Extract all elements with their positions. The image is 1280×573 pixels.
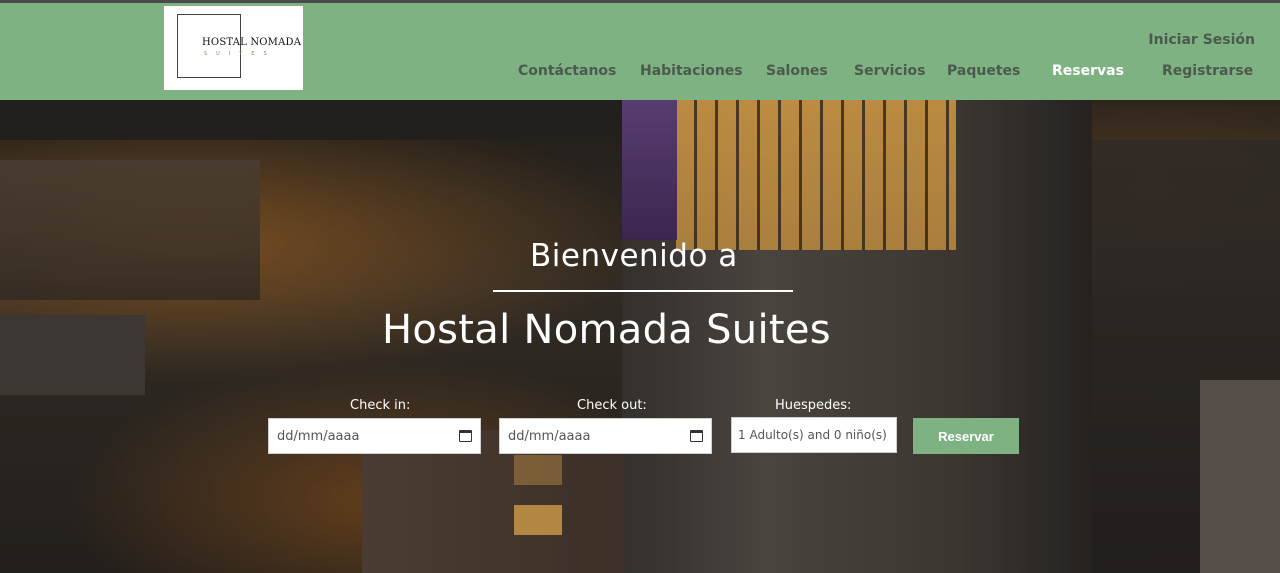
logo-subtitle: SUITES bbox=[204, 51, 276, 57]
nav-item-contactanos[interactable]: Contáctanos bbox=[518, 63, 616, 79]
hero-banner: Bienvenido a Hostal Nomada Suites Check … bbox=[0, 100, 1280, 573]
calendar-icon[interactable] bbox=[459, 430, 472, 442]
guests-label: Huespedes: bbox=[775, 398, 852, 413]
checkout-label: Check out: bbox=[577, 398, 647, 413]
checkin-value: dd/mm/aaaa bbox=[277, 428, 360, 444]
calendar-icon[interactable] bbox=[690, 430, 703, 442]
checkout-input[interactable]: dd/mm/aaaa bbox=[499, 418, 712, 454]
booking-form: Check in: dd/mm/aaaa Check out: dd/mm/aa… bbox=[0, 100, 1280, 573]
nav-item-registrarse[interactable]: Registrarse bbox=[1162, 63, 1253, 79]
checkin-input[interactable]: dd/mm/aaaa bbox=[268, 418, 481, 454]
reserve-button[interactable]: Reservar bbox=[913, 418, 1019, 454]
checkout-value: dd/mm/aaaa bbox=[508, 428, 591, 444]
logo-title: HOSTAL NOMADA bbox=[202, 37, 302, 48]
nav-item-reservas[interactable]: Reservas bbox=[1052, 63, 1124, 79]
nav-item-habitaciones[interactable]: Habitaciones bbox=[640, 63, 743, 79]
checkin-label: Check in: bbox=[350, 398, 411, 413]
navbar: HOSTAL NOMADA SUITES Iniciar Sesión Cont… bbox=[0, 3, 1280, 100]
nav-item-paquetes[interactable]: Paquetes bbox=[947, 63, 1020, 79]
nav-item-salones[interactable]: Salones bbox=[766, 63, 828, 79]
login-link[interactable]: Iniciar Sesión bbox=[1148, 32, 1255, 48]
guests-value: 1 Adulto(s) and 0 niño(s) bbox=[738, 428, 887, 442]
nav-menu: Contáctanos Habitaciones Salones Servici… bbox=[0, 63, 1280, 83]
nav-item-servicios[interactable]: Servicios bbox=[854, 63, 925, 79]
guests-select[interactable]: 1 Adulto(s) and 0 niño(s) bbox=[731, 417, 897, 453]
